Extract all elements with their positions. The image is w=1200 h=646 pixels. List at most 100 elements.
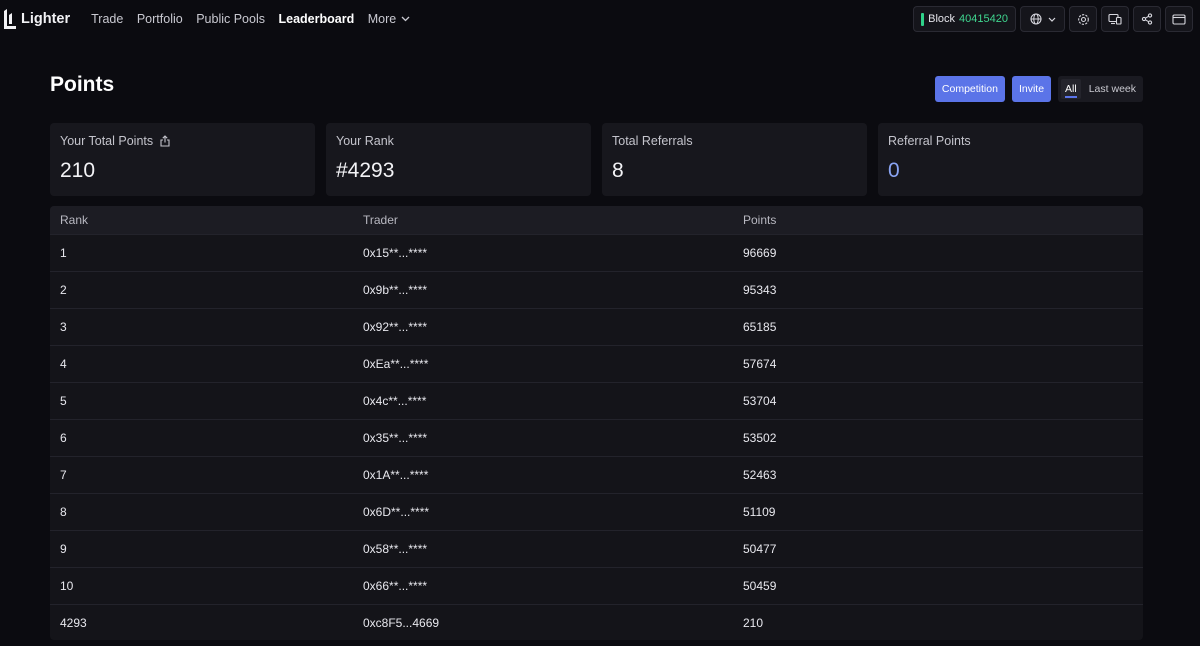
- points-cell: 210: [743, 616, 764, 630]
- settings-button[interactable]: [1069, 6, 1097, 32]
- table-row: 7 0x1A**...**** 52463: [50, 456, 1143, 493]
- lighter-logo-icon: [4, 9, 16, 29]
- stat-label: Your Total Points: [60, 134, 305, 148]
- points-cell: 53704: [743, 394, 777, 408]
- points-cell: 52463: [743, 468, 777, 482]
- table-row: 5 0x4c**...**** 53704: [50, 382, 1143, 419]
- rank-cell: 9: [60, 542, 67, 556]
- rank-cell: 10: [60, 579, 74, 593]
- trader-cell[interactable]: 0x4c**...****: [363, 394, 743, 408]
- block-status-bar: [921, 12, 925, 26]
- nav-more-label: More: [367, 12, 397, 26]
- points-cell: 96669: [743, 246, 777, 260]
- brand-logo[interactable]: Lighter: [3, 9, 70, 29]
- rank-cell: 6: [60, 431, 67, 445]
- devices-button[interactable]: [1101, 6, 1129, 32]
- column-header-points: Points: [743, 213, 777, 227]
- points-cell: 50459: [743, 579, 777, 593]
- table-row: 2 0x9b**...**** 95343: [50, 271, 1143, 308]
- trader-cell[interactable]: 0x6D**...****: [363, 505, 743, 519]
- rank-cell: 1: [60, 246, 67, 260]
- wallet-button[interactable]: [1165, 6, 1193, 32]
- rank-cell: 5: [60, 394, 67, 408]
- range-tabs: All Last week: [1058, 76, 1143, 102]
- table-body: 1 0x15**...**** 96669 2 0x9b**...**** 95343 3 0…: [50, 234, 1143, 640]
- rank-cell: 4: [60, 357, 67, 371]
- table-row: 8 0x6D**...**** 51109: [50, 493, 1143, 530]
- header-actions: Competition Invite All Last week: [934, 76, 1143, 102]
- brand-name: Lighter: [21, 11, 71, 27]
- points-cell: 95343: [743, 283, 777, 297]
- points-cell: 53502: [743, 431, 777, 445]
- table-row: 10 0x66**...**** 50459: [50, 567, 1143, 604]
- table-row: 4293 0xc8F5...4669 210: [50, 604, 1143, 640]
- trader-cell[interactable]: 0x66**...****: [363, 579, 743, 593]
- trader-cell[interactable]: 0x1A**...****: [363, 468, 743, 482]
- stat-value: 210: [60, 159, 96, 182]
- trader-cell[interactable]: 0xEa**...****: [363, 357, 743, 371]
- rank-cell: 3: [60, 320, 67, 334]
- points-cell: 65185: [743, 320, 777, 334]
- stat-card-referral-points: Referral Points 0: [878, 123, 1143, 196]
- tab-all[interactable]: All: [1061, 79, 1081, 99]
- language-selector[interactable]: [1020, 6, 1065, 32]
- share-out-icon[interactable]: [159, 135, 171, 147]
- trader-cell[interactable]: 0x9b**...****: [363, 283, 743, 297]
- leaderboard-table: Rank Trader Points 1 0x15**...**** 96669 2 0…: [50, 206, 1143, 640]
- chevron-down-icon: [401, 16, 410, 22]
- nav-link-leaderboard[interactable]: Leaderboard: [279, 12, 355, 26]
- settings-icon: [1077, 13, 1089, 25]
- invite-button[interactable]: Invite: [1011, 76, 1052, 102]
- tab-last-week[interactable]: Last week: [1085, 79, 1140, 99]
- rank-cell: 8: [60, 505, 67, 519]
- stat-label-text: Your Total Points: [60, 134, 154, 148]
- nav-links: Trade Portfolio Public Pools Leaderboard…: [91, 12, 424, 26]
- share-button[interactable]: [1133, 6, 1161, 32]
- block-label: Block: [928, 13, 956, 25]
- points-cell: 57674: [743, 357, 777, 371]
- nav-link-trade[interactable]: Trade: [91, 12, 123, 26]
- page-title: Points: [50, 73, 115, 96]
- rank-cell: 4293: [60, 616, 87, 630]
- wallet-icon: [1172, 14, 1186, 25]
- stat-card-total-points: Your Total Points 210: [50, 123, 315, 196]
- globe-icon: [1029, 13, 1042, 25]
- devices-icon: [1108, 13, 1122, 25]
- table-row: 6 0x35**...**** 53502: [50, 419, 1143, 456]
- stat-card-total-referrals: Total Referrals 8: [602, 123, 867, 196]
- trader-cell[interactable]: 0x92**...****: [363, 320, 743, 334]
- table-row: 9 0x58**...**** 50477: [50, 530, 1143, 567]
- stat-card-rank: Your Rank #4293: [326, 123, 591, 196]
- stat-cards: Your Total Points 210 Your Rank #4293 To…: [50, 123, 1143, 196]
- nav-link-public-pools[interactable]: Public Pools: [196, 12, 265, 26]
- rank-cell: 2: [60, 283, 67, 297]
- column-header-trader: Trader: [363, 213, 398, 227]
- stat-value: #4293: [336, 159, 395, 182]
- nav-link-portfolio[interactable]: Portfolio: [137, 12, 183, 26]
- stat-value: 8: [612, 159, 624, 182]
- column-header-rank: Rank: [60, 213, 89, 227]
- nav-actions: Block 40415420: [909, 6, 1193, 32]
- stat-value: 0: [888, 159, 900, 182]
- trader-cell[interactable]: 0x35**...****: [363, 431, 743, 445]
- table-row: 1 0x15**...**** 96669: [50, 234, 1143, 271]
- trader-cell[interactable]: 0x15**...****: [363, 246, 743, 260]
- competition-button[interactable]: Competition: [934, 76, 1005, 102]
- chevron-down-icon: [1048, 17, 1055, 22]
- top-nav: Lighter Trade Portfolio Public Pools Lea…: [0, 0, 1200, 38]
- block-number: 40415420: [959, 13, 1008, 25]
- stat-label: Total Referrals: [612, 134, 693, 148]
- block-indicator[interactable]: Block 40415420: [913, 6, 1016, 32]
- points-cell: 51109: [743, 505, 776, 519]
- stat-label: Referral Points: [888, 134, 971, 148]
- rank-cell: 7: [60, 468, 67, 482]
- table-row: 4 0xEa**...**** 57674: [50, 345, 1143, 382]
- stat-label: Your Rank: [336, 134, 394, 148]
- trader-cell[interactable]: 0x58**...****: [363, 542, 743, 556]
- table-header: Rank Trader Points: [50, 206, 1143, 234]
- share-icon: [1141, 13, 1153, 25]
- nav-more-menu[interactable]: More: [368, 12, 410, 26]
- trader-cell[interactable]: 0xc8F5...4669: [363, 616, 743, 630]
- points-cell: 50477: [743, 542, 777, 556]
- table-row: 3 0x92**...**** 65185: [50, 308, 1143, 345]
